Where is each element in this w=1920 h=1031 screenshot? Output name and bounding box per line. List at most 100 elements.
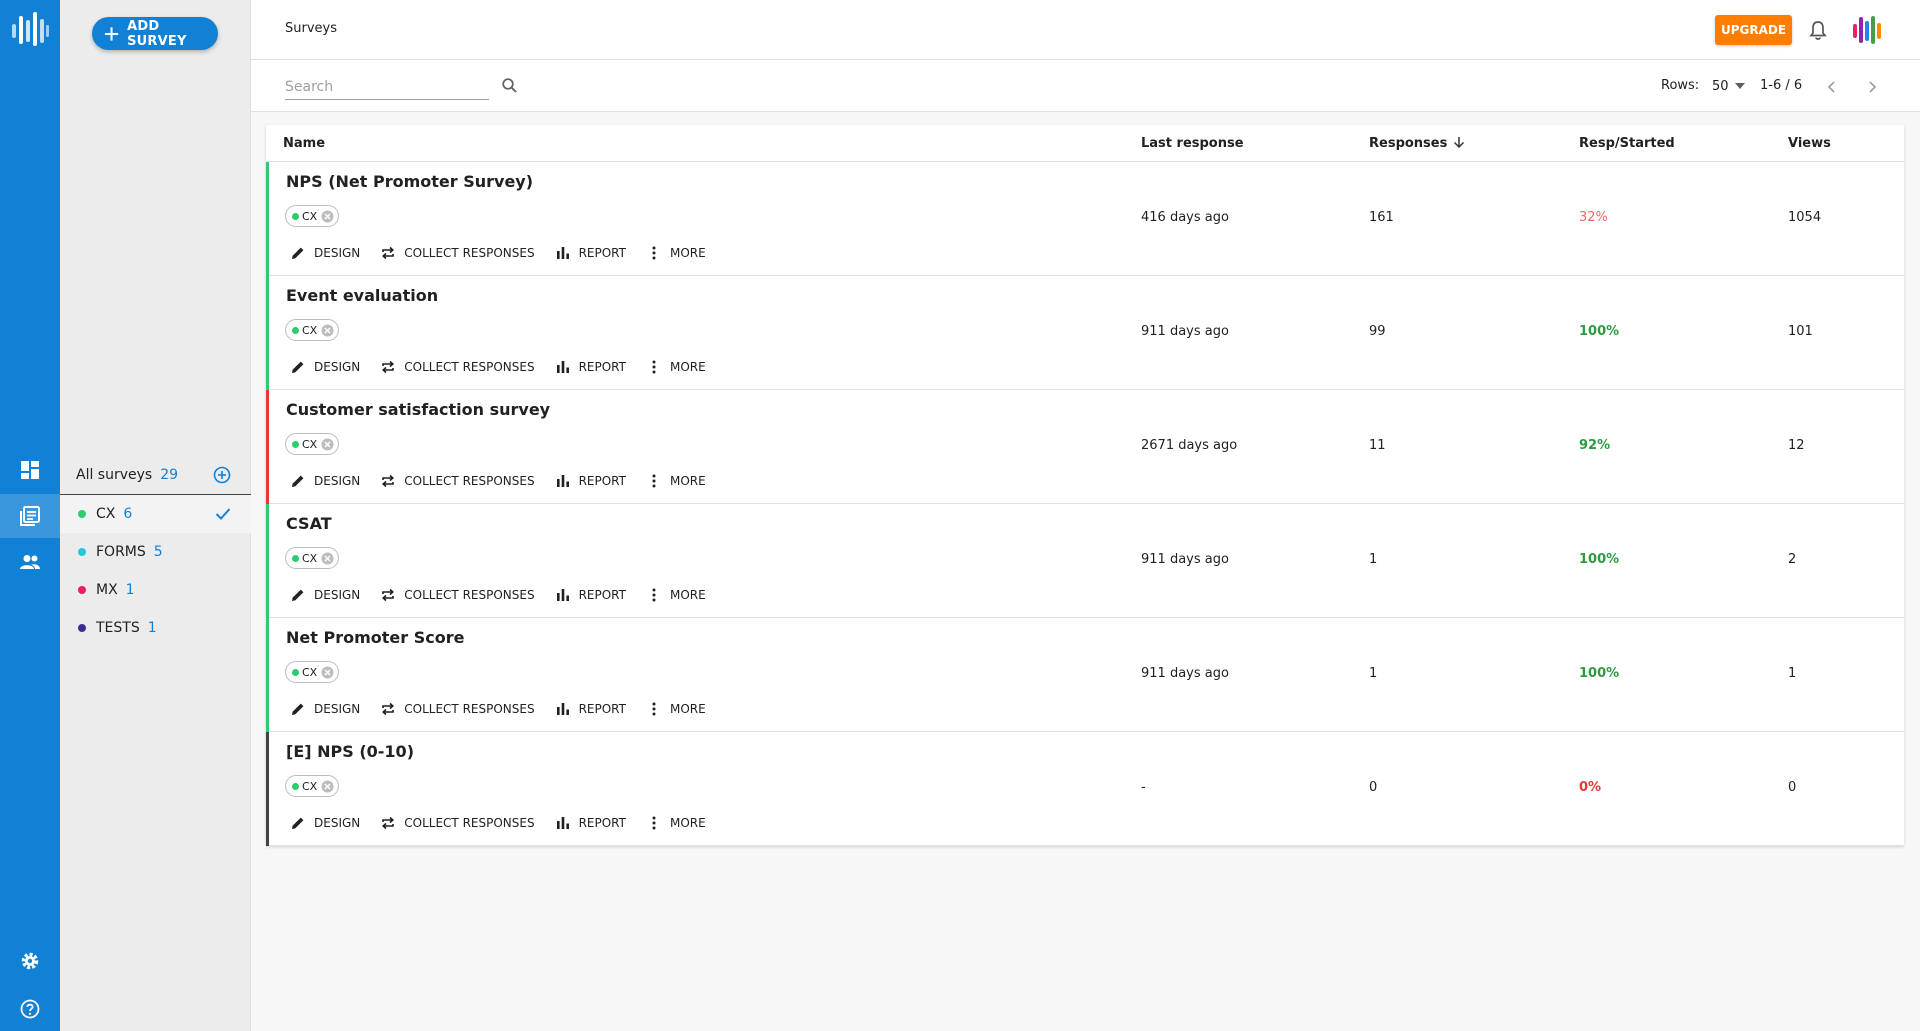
all-surveys-item[interactable]: All surveys 29 bbox=[60, 455, 251, 495]
table-row[interactable]: NPS (Net Promoter Survey) CX DESIGN COLL… bbox=[266, 162, 1904, 276]
folder-label: TESTS bbox=[96, 620, 140, 636]
left-rail bbox=[0, 0, 60, 1031]
chevron-right-icon bbox=[1869, 81, 1877, 93]
table-row[interactable]: Event evaluation CX DESIGN COLLECT RESPO… bbox=[266, 276, 1904, 390]
people-button[interactable] bbox=[0, 540, 60, 584]
header-last-response[interactable]: Last response bbox=[1141, 136, 1244, 151]
survey-name[interactable]: Customer satisfaction survey bbox=[286, 400, 550, 419]
pencil-icon bbox=[292, 817, 304, 829]
more-vertical-icon bbox=[652, 702, 656, 716]
report-button[interactable]: REPORT bbox=[555, 245, 626, 261]
survey-name[interactable]: Event evaluation bbox=[286, 286, 438, 305]
surveys-button[interactable] bbox=[0, 494, 60, 538]
folder-label: MX bbox=[96, 582, 118, 598]
upgrade-button[interactable]: UPGRADE bbox=[1715, 15, 1792, 45]
add-folder-icon[interactable] bbox=[213, 466, 231, 484]
more-button[interactable]: MORE bbox=[646, 701, 706, 717]
next-page-button[interactable] bbox=[1861, 76, 1883, 98]
people-icon bbox=[20, 555, 40, 569]
collect-responses-button[interactable]: COLLECT RESPONSES bbox=[380, 815, 535, 831]
remove-tag-icon[interactable] bbox=[321, 438, 334, 451]
folder-color-dot bbox=[78, 586, 86, 594]
table-row[interactable]: [E] NPS (0-10) CX DESIGN COLLECT RESPONS… bbox=[266, 732, 1904, 846]
more-button[interactable]: MORE bbox=[646, 815, 706, 831]
table-row[interactable]: Net Promoter Score CX DESIGN COLLECT RES… bbox=[266, 618, 1904, 732]
design-button[interactable]: DESIGN bbox=[290, 701, 360, 717]
all-surveys-label: All surveys bbox=[76, 466, 153, 483]
brand-logo-icon[interactable] bbox=[1851, 14, 1883, 46]
collect-responses-button[interactable]: COLLECT RESPONSES bbox=[380, 245, 535, 261]
more-button[interactable]: MORE bbox=[646, 245, 706, 261]
report-button[interactable]: REPORT bbox=[555, 359, 626, 375]
table-row[interactable]: Customer satisfaction survey CX DESIGN C… bbox=[266, 390, 1904, 504]
folder-item-forms[interactable]: FORMS 5 bbox=[60, 533, 251, 571]
resp-started-cell: 100% bbox=[1579, 666, 1620, 681]
report-button[interactable]: REPORT bbox=[555, 701, 626, 717]
views-cell: 1 bbox=[1788, 666, 1797, 681]
design-button[interactable]: DESIGN bbox=[290, 245, 360, 261]
report-button[interactable]: REPORT bbox=[555, 815, 626, 831]
folder-tag-chip: CX bbox=[285, 319, 340, 341]
folder-tag-chip: CX bbox=[285, 547, 340, 569]
header-responses-label: Responses bbox=[1369, 136, 1448, 151]
header-name[interactable]: Name bbox=[283, 136, 325, 151]
logo-icon[interactable] bbox=[10, 10, 50, 50]
design-button[interactable]: DESIGN bbox=[290, 587, 360, 603]
header-responses[interactable]: Responses bbox=[1369, 136, 1465, 151]
page-title: Surveys bbox=[285, 21, 337, 36]
chevron-left-icon bbox=[1827, 81, 1835, 93]
design-button[interactable]: DESIGN bbox=[290, 473, 360, 489]
header-views[interactable]: Views bbox=[1788, 136, 1831, 151]
collect-responses-button[interactable]: COLLECT RESPONSES bbox=[380, 359, 535, 375]
folder-item-tests[interactable]: TESTS 1 bbox=[60, 609, 251, 647]
tag-label: CX bbox=[302, 665, 318, 679]
collect-responses-button[interactable]: COLLECT RESPONSES bbox=[380, 473, 535, 489]
folder-item-cx[interactable]: CX 6 bbox=[60, 495, 251, 533]
repeat-icon bbox=[382, 588, 395, 602]
more-button[interactable]: MORE bbox=[646, 587, 706, 603]
survey-name[interactable]: CSAT bbox=[286, 514, 332, 533]
settings-button[interactable] bbox=[0, 939, 60, 983]
folder-item-mx[interactable]: MX 1 bbox=[60, 571, 251, 609]
responses-cell: 99 bbox=[1369, 324, 1386, 339]
design-label: DESIGN bbox=[314, 816, 361, 830]
survey-name[interactable]: Net Promoter Score bbox=[286, 628, 464, 647]
folder-tag-chip: CX bbox=[285, 775, 340, 797]
caret-down-icon bbox=[1734, 83, 1745, 89]
rows-per-page-select[interactable]: 50 bbox=[1712, 76, 1752, 96]
report-button[interactable]: REPORT bbox=[555, 473, 626, 489]
bell-icon[interactable] bbox=[1807, 19, 1829, 41]
collect-responses-button[interactable]: COLLECT RESPONSES bbox=[380, 701, 535, 717]
header-resp-started[interactable]: Resp/Started bbox=[1579, 136, 1675, 151]
survey-name[interactable]: NPS (Net Promoter Survey) bbox=[286, 172, 533, 191]
design-button[interactable]: DESIGN bbox=[290, 359, 360, 375]
more-button[interactable]: MORE bbox=[646, 359, 706, 375]
remove-tag-icon[interactable] bbox=[321, 780, 334, 793]
survey-name[interactable]: [E] NPS (0-10) bbox=[286, 742, 414, 761]
design-label: DESIGN bbox=[314, 588, 361, 602]
tag-label: CX bbox=[302, 779, 318, 793]
design-button[interactable]: DESIGN bbox=[290, 815, 360, 831]
collect-responses-label: COLLECT RESPONSES bbox=[404, 702, 535, 716]
search-input[interactable] bbox=[285, 74, 489, 100]
last-response-cell: 911 days ago bbox=[1141, 666, 1229, 681]
table-row[interactable]: CSAT CX DESIGN COLLECT RESPONSES REPORT … bbox=[266, 504, 1904, 618]
more-vertical-icon bbox=[652, 246, 656, 260]
more-button[interactable]: MORE bbox=[646, 473, 706, 489]
remove-tag-icon[interactable] bbox=[321, 324, 334, 337]
remove-tag-icon[interactable] bbox=[321, 666, 334, 679]
views-cell: 1054 bbox=[1788, 210, 1822, 225]
prev-page-button[interactable] bbox=[1821, 76, 1843, 98]
collect-responses-button[interactable]: COLLECT RESPONSES bbox=[380, 587, 535, 603]
remove-tag-icon[interactable] bbox=[321, 210, 334, 223]
collect-responses-label: COLLECT RESPONSES bbox=[404, 246, 535, 260]
folder-count: 6 bbox=[123, 506, 133, 522]
help-button[interactable] bbox=[0, 987, 60, 1031]
dashboard-button[interactable] bbox=[0, 448, 60, 492]
add-survey-button[interactable]: ADD SURVEY bbox=[92, 17, 218, 50]
search-icon[interactable] bbox=[501, 77, 519, 95]
report-button[interactable]: REPORT bbox=[555, 587, 626, 603]
resp-started-cell: 92% bbox=[1579, 438, 1611, 453]
remove-tag-icon[interactable] bbox=[321, 552, 334, 565]
repeat-icon bbox=[382, 246, 395, 260]
